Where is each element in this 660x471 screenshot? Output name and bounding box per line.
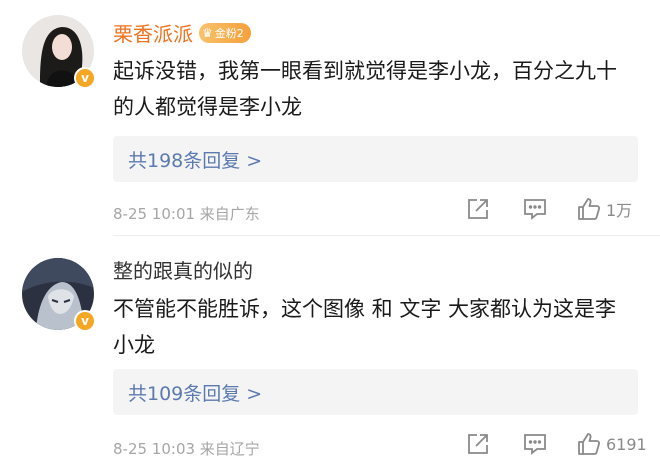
comment-icon[interactable] [522, 431, 548, 457]
name-row: 整的跟真的似的 [113, 255, 253, 284]
crown-icon: ♛ [202, 25, 213, 40]
share-icon[interactable] [465, 196, 491, 222]
comment-item: v 栗香派派 ♛ 金粉2 起诉没错，我第一眼看到就觉得是李小龙，百分之九十的人都… [0, 0, 660, 236]
comment-actions: 1万 [465, 196, 632, 222]
like-count: 1万 [606, 201, 633, 220]
name-row: 栗香派派 ♛ 金粉2 [113, 18, 251, 47]
thumbs-up-icon[interactable] [576, 196, 602, 222]
comment-item: v 整的跟真的似的 不管能不能胜诉，这个图像 和 文字 大家都认为这是李小龙 共… [0, 236, 660, 471]
comment-text: 起诉没错，我第一眼看到就觉得是李小龙，百分之九十的人都觉得是李小龙 [113, 59, 617, 119]
share-icon[interactable] [465, 431, 491, 457]
view-replies-button[interactable]: 共109条回复 > [113, 369, 638, 415]
comment-text: 不管能不能胜诉，这个图像 和 文字 大家都认为这是李小龙 [113, 297, 617, 357]
avatar[interactable]: v [22, 15, 96, 89]
thumbs-up-icon[interactable] [576, 431, 602, 457]
username[interactable]: 栗香派派 [113, 18, 193, 47]
comment-meta: 8-25 10:03 来自辽宁 [113, 440, 260, 458]
verified-badge-icon: v [74, 67, 96, 89]
username[interactable]: 整的跟真的似的 [113, 255, 253, 284]
comment-actions: 6191 [465, 431, 647, 457]
avatar[interactable]: v [22, 258, 96, 332]
verified-badge-icon: v [74, 310, 96, 332]
like-count: 6191 [606, 434, 647, 454]
comment-meta: 8-25 10:01 来自广东 [113, 205, 260, 223]
view-replies-button[interactable]: 共198条回复 > [113, 136, 638, 182]
fan-level-badge: ♛ 金粉2 [199, 22, 251, 43]
comment-icon[interactable] [522, 196, 548, 222]
fan-badge-label: 金粉2 [214, 26, 244, 40]
